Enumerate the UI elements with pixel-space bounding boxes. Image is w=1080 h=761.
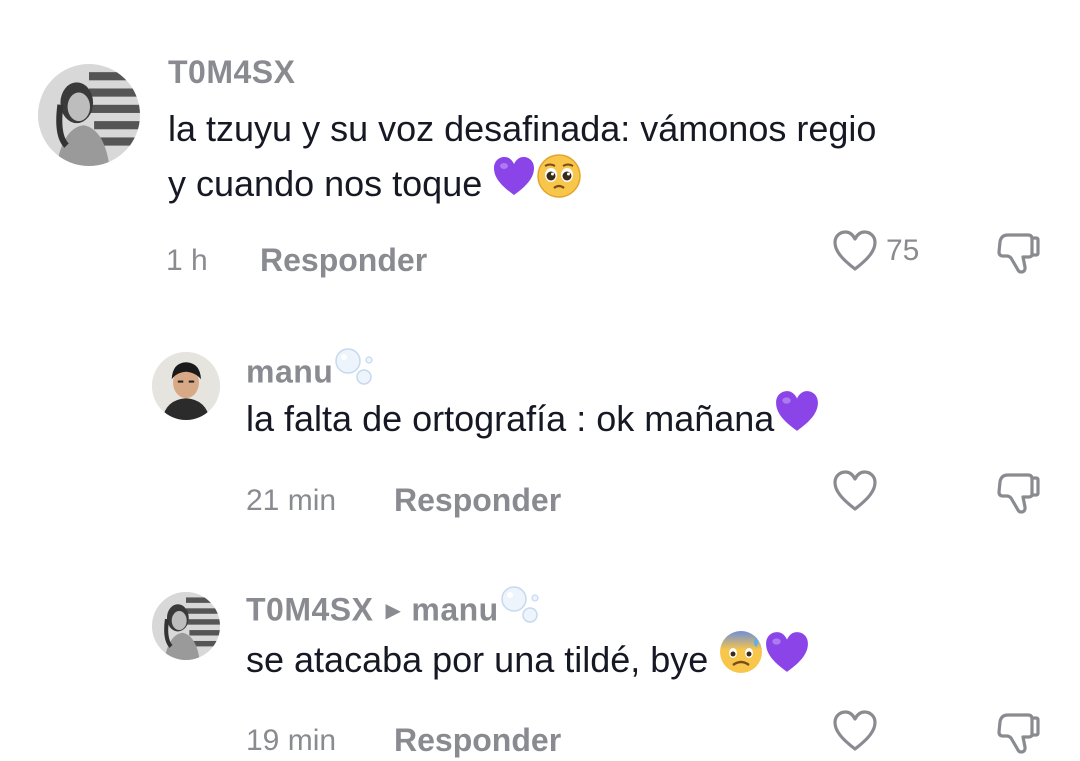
avatar[interactable] xyxy=(152,352,220,420)
reply-button[interactable]: Responder xyxy=(260,242,427,279)
comment-text: la falta de ortografía : ok mañana xyxy=(246,389,820,451)
thumbs-down-outline-icon xyxy=(997,473,1040,514)
comment-time: 21 min xyxy=(246,484,337,517)
comment-time: 1 h xyxy=(166,244,208,277)
reply-button[interactable]: Responder xyxy=(394,722,561,759)
reply-button[interactable]: Responder xyxy=(394,482,561,519)
reply-arrow-icon: ▶ xyxy=(385,600,402,623)
thumbs-down-outline-icon xyxy=(997,713,1040,754)
comment-text-line2: y cuando nos toque xyxy=(168,163,483,205)
reply-to-username[interactable]: manu xyxy=(411,591,498,627)
purple-heart-emoji xyxy=(492,155,536,212)
heart-outline-icon xyxy=(833,710,877,751)
avatar-image xyxy=(152,592,220,660)
comment-text-content: se atacaba por una tildé, bye xyxy=(246,639,709,681)
comment-3: T0M4SX ▶ manu se atacaba por una tildé, by… xyxy=(0,570,1080,760)
like-button[interactable]: 75 xyxy=(832,229,919,273)
thumbs-down-outline-icon xyxy=(997,233,1040,274)
comment-text: la tzuyu y su voz desafinada: vámonos re… xyxy=(168,102,876,217)
heart-outline-icon xyxy=(833,470,877,511)
comment-username[interactable]: T0M4SX xyxy=(168,54,295,91)
comment-text: se atacaba por una tildé, bye xyxy=(246,629,810,693)
purple-heart-emoji xyxy=(774,389,820,448)
comment-text-content: la falta de ortografía : ok mañana xyxy=(246,398,775,440)
like-button[interactable] xyxy=(832,709,878,753)
like-count: 75 xyxy=(886,234,920,267)
anxious-sweat-face-emoji xyxy=(718,629,764,690)
avatar[interactable] xyxy=(152,592,220,660)
dislike-button[interactable] xyxy=(994,470,1042,521)
comment-username[interactable]: T0M4SX ▶ manu xyxy=(246,586,541,636)
username-text: manu xyxy=(246,353,334,390)
comment-time: 19 min xyxy=(246,724,337,757)
comment-2: manu la falta de ortografía : ok mañana … xyxy=(0,330,1080,550)
dislike-button[interactable] xyxy=(994,710,1042,761)
avatar[interactable] xyxy=(38,64,140,166)
heart-outline-icon xyxy=(833,230,877,271)
avatar-image xyxy=(38,64,140,166)
comment-1: T0M4SX la tzuyu y su voz desafinada: vám… xyxy=(0,0,1080,310)
bubbles-emoji xyxy=(499,584,541,632)
like-button[interactable] xyxy=(832,469,878,513)
avatar-image xyxy=(152,352,220,420)
pleading-face-emoji xyxy=(536,153,582,214)
dislike-button[interactable] xyxy=(994,230,1042,281)
comment-text-line1: la tzuyu y su voz desafinada: vámonos re… xyxy=(168,108,877,149)
purple-heart-emoji xyxy=(764,630,810,689)
username-text: T0M4SX xyxy=(246,591,374,628)
bubbles-emoji xyxy=(333,346,375,394)
comment-username[interactable]: manu xyxy=(246,348,375,398)
